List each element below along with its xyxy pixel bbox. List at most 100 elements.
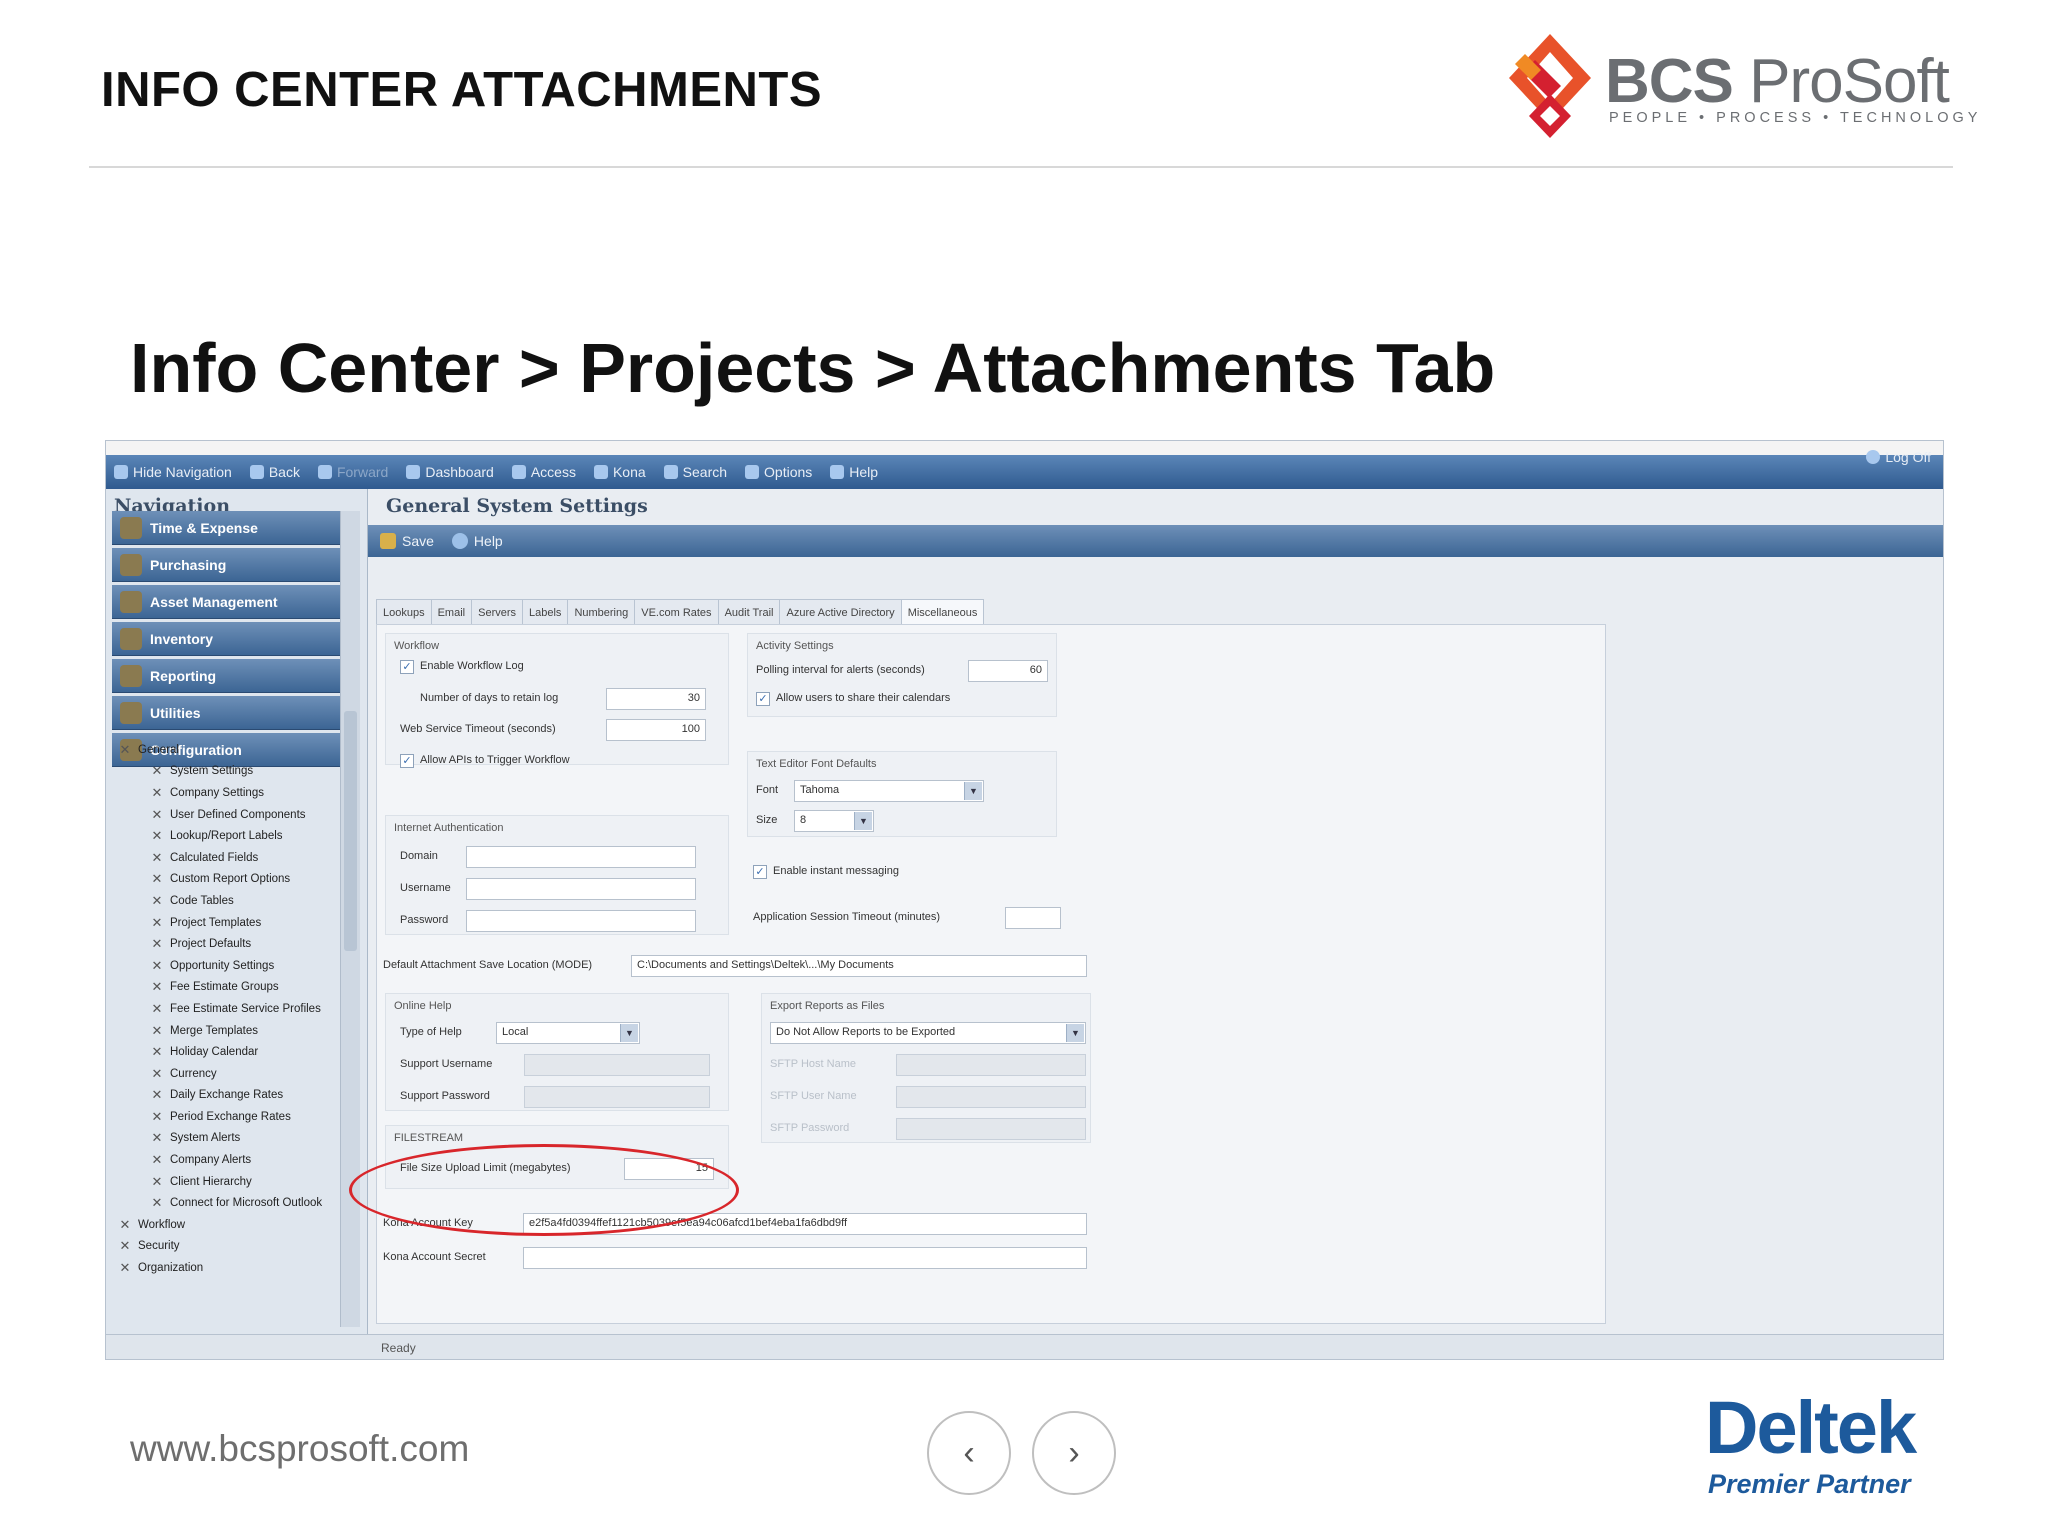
activity-settings-group: Activity Settings Polling interval for a… xyxy=(747,633,1057,717)
tree-item[interactable]: ✕ Organization xyxy=(112,1257,338,1279)
tree-item[interactable]: ✕ Project Templates xyxy=(112,912,338,934)
toolbar-hide-navigation-button[interactable]: Hide Navigation xyxy=(114,464,232,480)
sftp-host-field[interactable] xyxy=(896,1054,1086,1076)
logo-bcs: BCS xyxy=(1605,47,1734,116)
web-service-timeout-field[interactable]: 100 xyxy=(606,719,706,741)
website-url[interactable]: www.bcsprosoft.com xyxy=(130,1428,469,1470)
tree-item[interactable]: ✕ Workflow xyxy=(112,1214,338,1236)
share-calendars-checkbox[interactable]: ✓ xyxy=(756,692,770,706)
font-value: Tahoma xyxy=(800,784,840,796)
tree-item[interactable]: ✕ Custom Report Options xyxy=(112,869,338,891)
save-button[interactable]: Save xyxy=(380,533,434,549)
tree-item[interactable]: ✕ Fee Estimate Groups xyxy=(112,977,338,999)
type-of-help-label: Type of Help xyxy=(400,1026,462,1038)
tree-item[interactable]: ✕ Lookup/Report Labels xyxy=(112,825,338,847)
support-username-field[interactable] xyxy=(524,1054,710,1076)
size-dropdown-icon[interactable]: ▼ xyxy=(854,812,872,830)
tab-numbering[interactable]: Numbering xyxy=(567,599,635,625)
polling-interval-field[interactable]: 60 xyxy=(968,660,1048,682)
online-help-group: Online Help Type of Help Local ▼ Support … xyxy=(385,993,729,1111)
tab-labels[interactable]: Labels xyxy=(522,599,568,625)
days-retain-log-field[interactable]: 30 xyxy=(606,688,706,710)
tab-miscellaneous[interactable]: Miscellaneous xyxy=(900,599,985,625)
tree-item[interactable]: ✕ Holiday Calendar xyxy=(112,1041,338,1063)
nav-section-reporting[interactable]: Reporting xyxy=(112,659,340,693)
size-select[interactable]: 8 ▼ xyxy=(794,810,874,832)
tab-audit-trail[interactable]: Audit Trail xyxy=(717,599,780,625)
tree-item[interactable]: ✕ Calculated Fields xyxy=(112,847,338,869)
tab-servers[interactable]: Servers xyxy=(471,599,523,625)
allow-apis-checkbox[interactable]: ✓ xyxy=(400,754,414,768)
share-calendars-label: Allow users to share their calendars xyxy=(776,692,951,704)
tree-item[interactable]: ✕ Currency xyxy=(112,1063,338,1085)
tree-item[interactable]: ✕ Period Exchange Rates xyxy=(112,1106,338,1128)
help-button[interactable]: Help xyxy=(451,533,503,549)
enable-workflow-log-checkbox[interactable]: ✓ xyxy=(400,660,414,674)
tree-item[interactable]: ✕ Fee Estimate Service Profiles xyxy=(112,998,338,1020)
tree-item-label: Daily Exchange Rates xyxy=(170,1089,284,1102)
tab-lookups[interactable]: Lookups xyxy=(376,599,431,625)
previous-slide-button[interactable]: ‹ xyxy=(927,1411,1011,1495)
tree-item-label: Client Hierarchy xyxy=(170,1175,252,1188)
tree-item[interactable]: ✕ System Settings xyxy=(112,761,338,783)
type-of-help-dropdown-icon[interactable]: ▼ xyxy=(620,1024,638,1042)
nav-section-time-expense[interactable]: Time & Expense xyxy=(112,511,340,545)
type-of-help-select[interactable]: Local ▼ xyxy=(496,1022,640,1044)
toolbar-kona-button[interactable]: Kona xyxy=(593,464,646,480)
toolbar-dashboard-button[interactable]: Dashboard xyxy=(406,464,494,480)
toolbar-back-button[interactable]: Back xyxy=(249,464,300,480)
export-reports-select[interactable]: Do Not Allow Reports to be Exported ▼ xyxy=(770,1022,1086,1044)
font-dropdown-icon[interactable]: ▼ xyxy=(964,782,982,800)
tree-item-label: Fee Estimate Service Profiles xyxy=(170,1002,321,1015)
tree-item[interactable]: ✕ System Alerts xyxy=(112,1128,338,1150)
nav-section-purchasing[interactable]: Purchasing xyxy=(112,548,340,582)
domain-field[interactable] xyxy=(466,846,696,868)
attachment-save-location-field[interactable]: C:\Documents and Settings\Deltek\...\My … xyxy=(631,955,1087,977)
tree-item[interactable]: ✕ Opportunity Settings xyxy=(112,955,338,977)
tree-item[interactable]: ✕ Code Tables xyxy=(112,890,338,912)
wrench-icon: ✕ xyxy=(151,871,163,887)
session-timeout-field[interactable] xyxy=(1005,907,1061,929)
filestream-title: FILESTREAM xyxy=(394,1132,464,1144)
tree-item[interactable]: ✕ User Defined Components xyxy=(112,804,338,826)
nav-section-utilities[interactable]: Utilities xyxy=(112,696,340,730)
tree-item[interactable]: ✕ Company Settings xyxy=(112,782,338,804)
instant-messaging-checkbox[interactable]: ✓ xyxy=(753,865,767,879)
allow-apis-label: Allow APIs to Trigger Workflow xyxy=(420,754,570,766)
sftp-user-field[interactable] xyxy=(896,1086,1086,1108)
app-toolbar: Hide Navigation Back Forward Dashboard Acces… xyxy=(106,455,1943,489)
export-reports-dropdown-icon[interactable]: ▼ xyxy=(1066,1024,1084,1042)
username-field[interactable] xyxy=(466,878,696,900)
tab-email[interactable]: Email xyxy=(430,599,472,625)
scrollbar-thumb[interactable] xyxy=(344,711,357,951)
font-select[interactable]: Tahoma ▼ xyxy=(794,780,984,802)
toolbar-options-button[interactable]: Options xyxy=(745,464,812,480)
tree-item[interactable]: ✕ Merge Templates xyxy=(112,1020,338,1042)
tab-ve-com-rates[interactable]: VE.com Rates xyxy=(634,599,718,625)
tree-item[interactable]: ✕ Daily Exchange Rates xyxy=(112,1085,338,1107)
kona-icon xyxy=(593,465,608,479)
tree-item[interactable]: ✕ Project Defaults xyxy=(112,933,338,955)
tree-item-label: Holiday Calendar xyxy=(170,1046,259,1059)
toolbar-search-button[interactable]: Search xyxy=(663,464,727,480)
tree-item[interactable]: ✕ Company Alerts xyxy=(112,1149,338,1171)
nav-section-inventory[interactable]: Inventory xyxy=(112,622,340,656)
toolbar-help-button[interactable]: Help xyxy=(830,464,878,480)
tree-item[interactable]: ✕ Connect for Microsoft Outlook xyxy=(112,1192,338,1214)
sftp-password-field[interactable] xyxy=(896,1118,1086,1140)
toolbar-access-button[interactable]: Access xyxy=(511,464,576,480)
tab-azure-active-directory[interactable]: Azure Active Directory xyxy=(779,599,901,625)
save-icon xyxy=(380,533,396,549)
navigation-scrollbar[interactable] xyxy=(340,511,360,1327)
next-slide-button[interactable]: › xyxy=(1032,1411,1116,1495)
kona-account-secret-field[interactable] xyxy=(523,1247,1087,1269)
tree-item[interactable]: ✕ General xyxy=(112,739,338,761)
nav-section-asset-management[interactable]: Asset Management xyxy=(112,585,340,619)
tree-item[interactable]: ✕ Security xyxy=(112,1236,338,1258)
tree-item[interactable]: ✕ Client Hierarchy xyxy=(112,1171,338,1193)
password-field[interactable] xyxy=(466,910,696,932)
logoff-button[interactable]: Log Off xyxy=(1866,449,1931,465)
main-toolbar: Save Help xyxy=(368,525,1943,557)
support-password-field[interactable] xyxy=(524,1086,710,1108)
toolbar-forward-button[interactable]: Forward xyxy=(317,464,388,480)
